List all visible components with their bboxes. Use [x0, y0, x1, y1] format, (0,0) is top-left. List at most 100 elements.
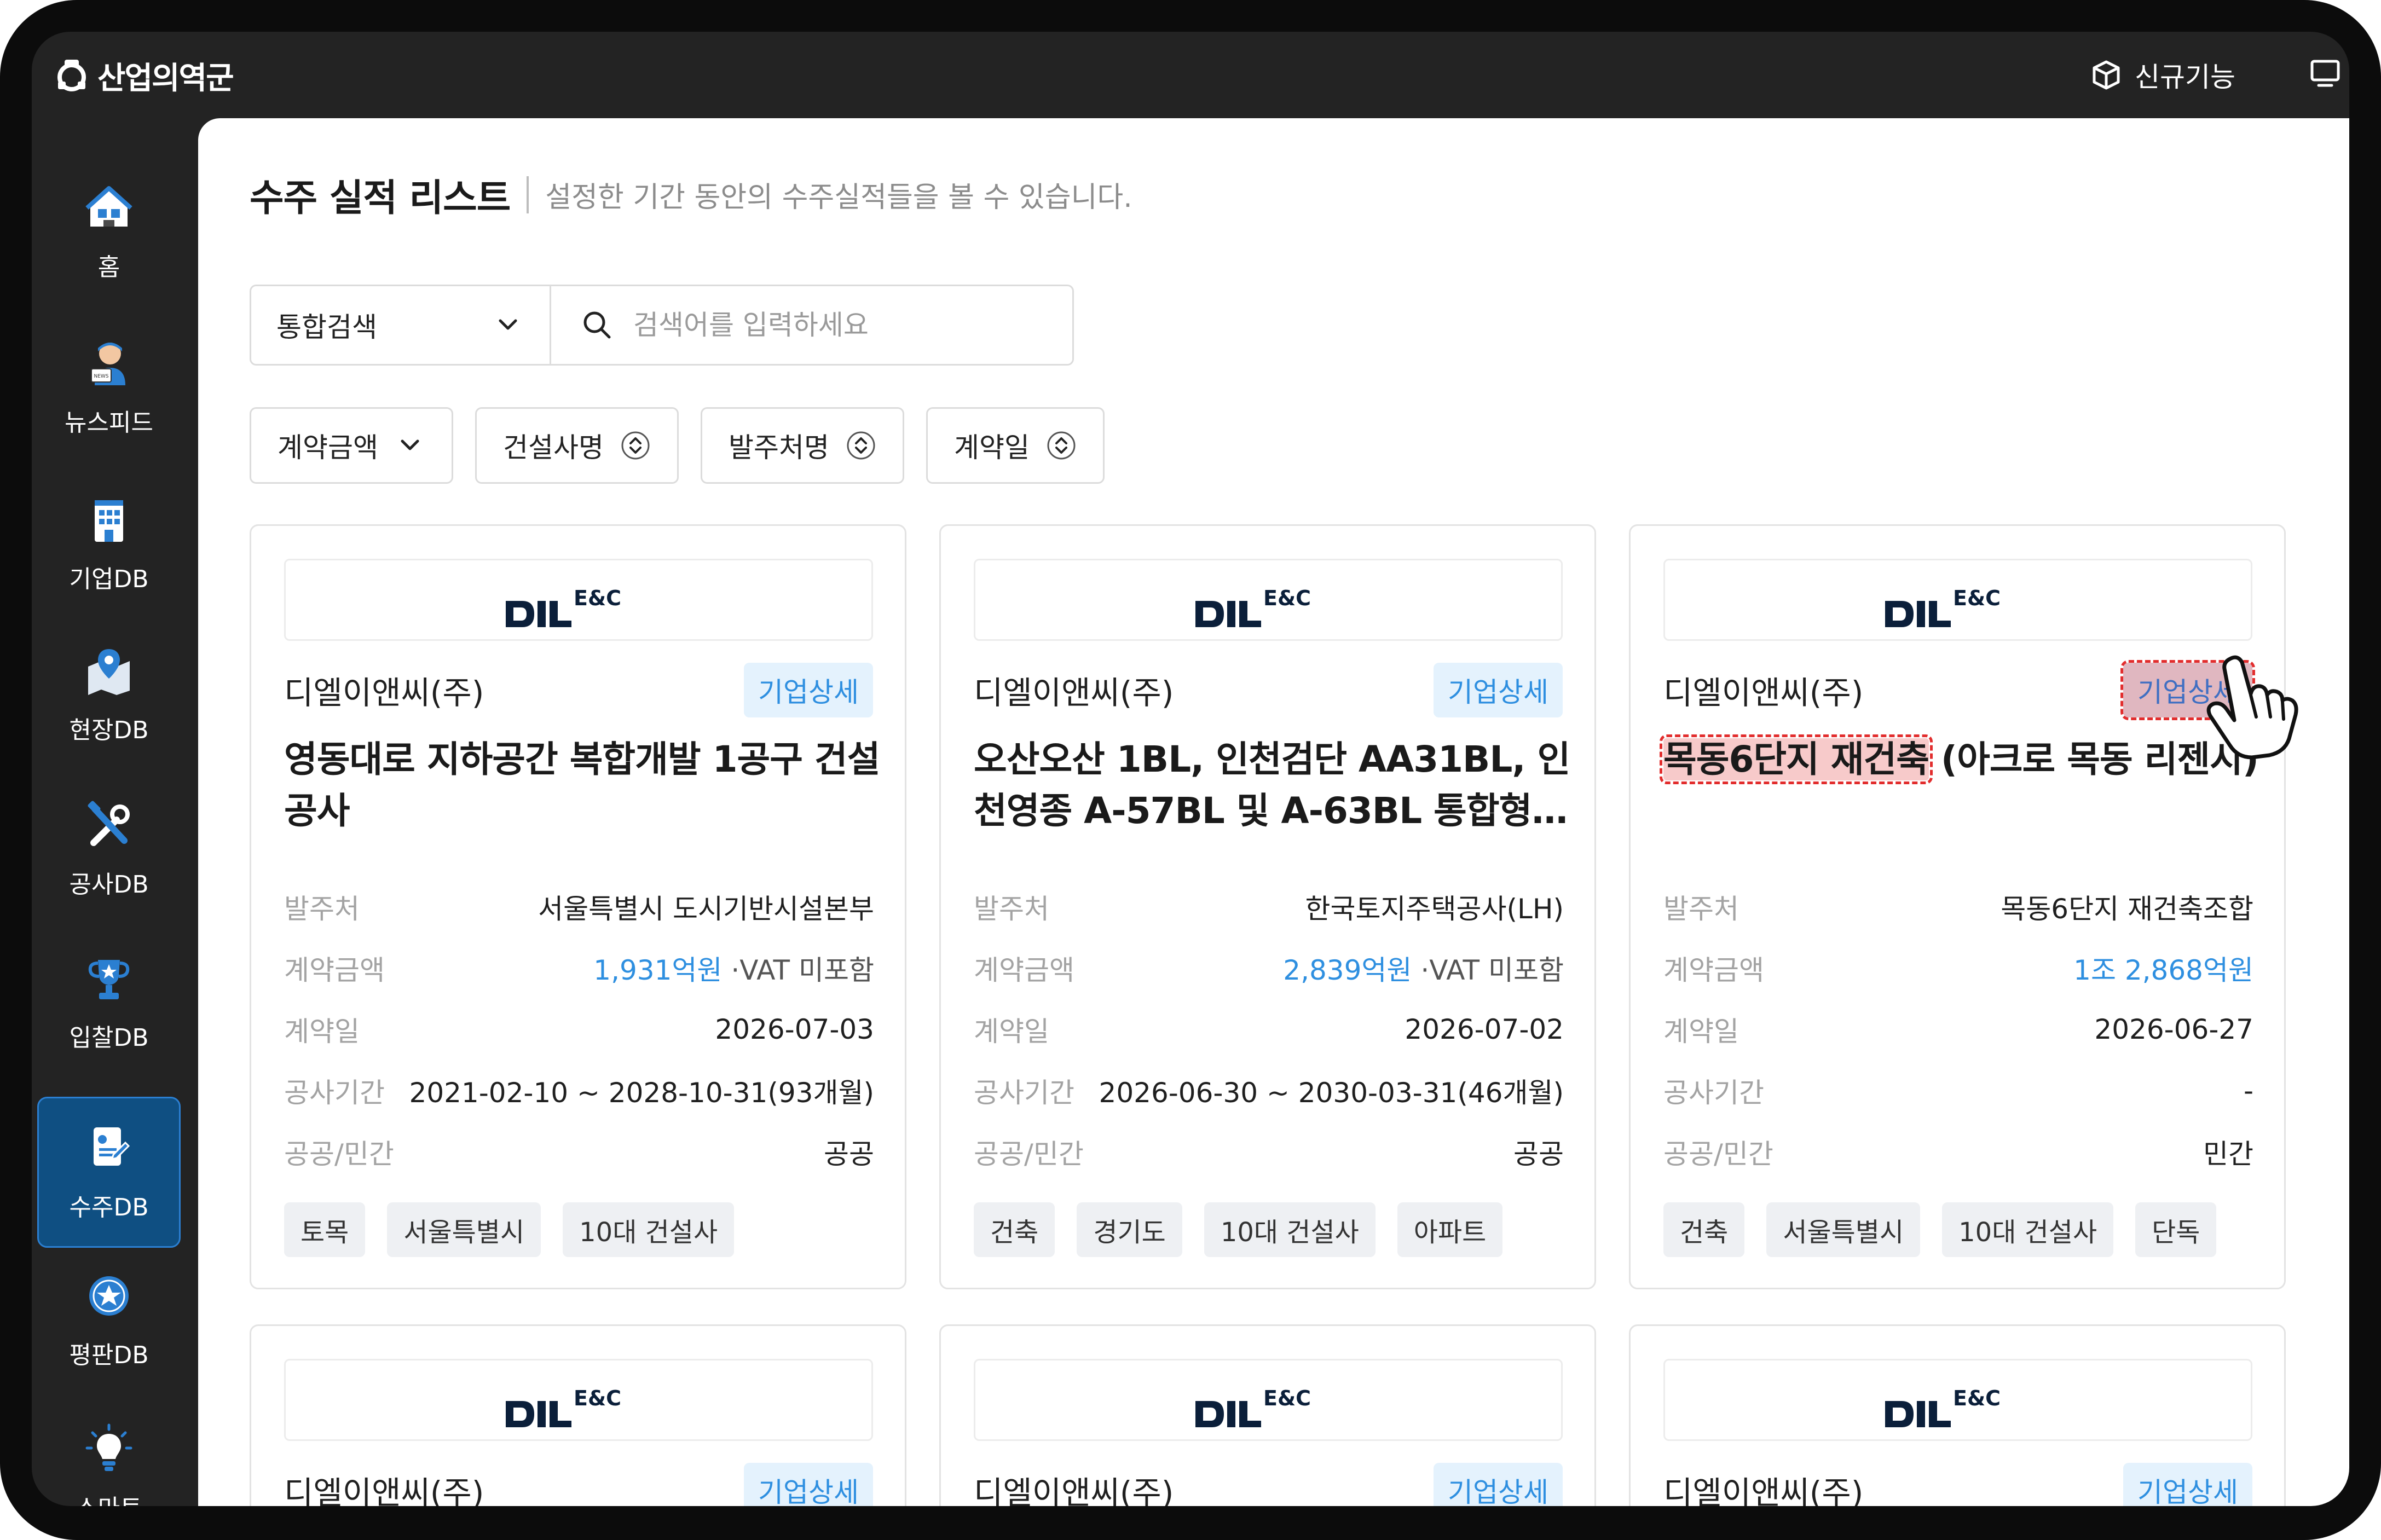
chevron-down-icon [401, 439, 419, 450]
top-bar: 산업의역군 신규기능 [32, 32, 2349, 118]
client-value: 목동6단지 재건축조합 [2001, 893, 2253, 925]
filter-contract-amount[interactable]: 계약금액 [250, 407, 453, 484]
sidebar-item-label: 입찰DB [69, 1024, 149, 1052]
search-scope-select[interactable]: 통합검색 [251, 286, 551, 364]
dl-enc-logo: E&C [1195, 586, 1311, 627]
filter-contract-date[interactable]: 계약일 [926, 407, 1105, 484]
sidebar-item-site-db[interactable]: 현장DB [37, 620, 181, 771]
company-detail-button[interactable]: 기업상세 [1434, 1463, 1563, 1506]
company-detail-button[interactable]: 기업상세 [744, 1463, 873, 1506]
amount-number: 1조 2,868억원 [2073, 954, 2253, 986]
row-label: 공공/민간 [1663, 1138, 1773, 1170]
tag: 경기도 [1077, 1202, 1182, 1257]
order-card[interactable]: E&C 디엘이앤씨(주) 기업상세 [939, 1324, 1596, 1506]
company-name: 디엘이앤씨(주) [1663, 674, 1864, 711]
sidebar-item-label: 현장DB [69, 716, 149, 744]
company-detail-button[interactable]: 기업상세 [1434, 663, 1563, 717]
project-title: 오산오산 1BL, 인천검단 AA31BL, 인천영종 A-57BL 및 A-6… [974, 734, 1576, 837]
row-label: 계약금액 [974, 954, 1074, 986]
svg-text:E&C: E&C [1953, 586, 2001, 610]
sector-row: 공공/민간 공공 [284, 1121, 874, 1183]
row-label: 발주처 [974, 893, 1049, 925]
sector-row: 공공/민간 공공 [974, 1121, 1564, 1183]
sidebar-item-company-db[interactable]: 기업DB [37, 468, 181, 620]
sidebar-item-bid-db[interactable]: 입찰DB [37, 927, 181, 1078]
sidebar-item-construction-db[interactable]: 공사DB [37, 774, 181, 925]
order-card[interactable]: E&C 디엘이앤씨(주) 기업상세 오산오산 1BL, 인천검단 AA31BL,… [939, 524, 1596, 1289]
sidebar-item-smart[interactable]: 스마트 [37, 1398, 181, 1506]
row-label: 계약금액 [284, 954, 385, 986]
company-detail-button[interactable]: 기업상세 [744, 663, 873, 717]
period-value: 2021-02-10 ~ 2028-10-31(93개월) [409, 1077, 874, 1109]
order-card[interactable]: E&C 디엘이앤씨(주) 기업상세 [250, 1324, 906, 1506]
order-card[interactable]: E&C 디엘이앤씨(주) 기업상세 [1629, 1324, 2286, 1506]
row-label: 계약일 [284, 1016, 360, 1047]
svg-text:E&C: E&C [1953, 1386, 2001, 1410]
monitor-icon[interactable] [2309, 57, 2342, 90]
row-label: 공공/민간 [284, 1138, 394, 1170]
company-detail-button[interactable]: 기업상세 [2123, 1463, 2252, 1506]
amount-value: 1,931억원 ·VAT 미포함 [593, 948, 874, 988]
sidebar-item-label: 뉴스피드 [65, 409, 153, 437]
period-value: 2026-06-30 ~ 2030-03-31(46개월) [1099, 1077, 1564, 1109]
search-scope-value: 통합검색 [276, 311, 377, 343]
page-description: 설정한 기간 동안의 수주실적들을 볼 수 있습니다. [545, 181, 1132, 214]
search-input[interactable] [633, 309, 1049, 341]
logo-icon [57, 60, 86, 91]
filter-label: 발주처명 [729, 432, 829, 464]
tag-list: 건축 서울특별시 10대 건설사 단독 [1663, 1202, 2217, 1257]
order-card[interactable]: E&C 디엘이앤씨(주) 기업상세 목동6단지 재건축 (아크로 목동 리젠시)… [1629, 524, 2286, 1289]
search-field [551, 286, 1072, 364]
filter-label: 계약일 [954, 432, 1030, 464]
row-label: 공공/민간 [974, 1138, 1084, 1170]
sidebar-item-order-db[interactable]: 수주DB [37, 1097, 181, 1248]
app-logo[interactable]: 산업의역군 [54, 48, 234, 103]
sidebar-item-label: 스마트 [76, 1489, 142, 1506]
period-row: 공사기간 2021-02-10 ~ 2028-10-31(93개월) [284, 1060, 874, 1121]
company-logo-box: E&C [1663, 1359, 2252, 1441]
card-details: 발주처 한국토지주택공사(LH) 계약금액 2,839억원 ·VAT 미포함 계약일… [974, 876, 1564, 1183]
date-row: 계약일 2026-07-02 [974, 999, 1564, 1060]
new-features-button[interactable]: 신규기능 [2090, 50, 2235, 100]
filter-client-name[interactable]: 발주처명 [701, 407, 904, 484]
sidebar: 홈 NEWS 뉴스피드 기업DB 현장DB 공사DB 입찰DB 수주DB 평판D… [32, 118, 196, 1506]
sidebar-item-reputation-db[interactable]: 평판DB [37, 1244, 181, 1396]
company-name: 디엘이앤씨(주) [974, 674, 1174, 711]
svg-text:NEWS: NEWS [94, 374, 108, 379]
sidebar-item-label: 홈 [97, 253, 120, 281]
tag: 서울특별시 [387, 1202, 541, 1257]
sidebar-item-home[interactable]: 홈 [37, 157, 181, 308]
row-label: 발주처 [284, 893, 360, 925]
company-name: 디엘이앤씨(주) [284, 1474, 484, 1506]
highlighted-title-text: 목동6단지 재건축 [1660, 734, 1933, 784]
star-badge-icon [89, 1276, 129, 1316]
sector-value: 민간 [2203, 1138, 2253, 1170]
sidebar-item-newsfeed[interactable]: NEWS 뉴스피드 [37, 312, 181, 463]
company-name: 디엘이앤씨(주) [284, 674, 484, 711]
tag: 단독 [2135, 1202, 2217, 1257]
period-value: - [2243, 1075, 2253, 1107]
order-card[interactable]: E&C 디엘이앤씨(주) 기업상세 영동대로 지하공간 복합개발 1공구 건설공… [250, 524, 906, 1289]
company-logo-box: E&C [974, 1359, 1563, 1441]
sort-icon [847, 431, 875, 460]
tag: 10대 건설사 [563, 1202, 735, 1257]
sidebar-item-label: 공사DB [69, 871, 149, 899]
tag-list: 건축 경기도 10대 건설사 아파트 [974, 1202, 1503, 1257]
tag: 10대 건설사 [1942, 1202, 2114, 1257]
filter-builder-name[interactable]: 건설사명 [475, 407, 679, 484]
map-pin-icon [88, 649, 130, 695]
sort-icon [621, 431, 650, 460]
sector-row: 공공/민간 민간 [1663, 1121, 2253, 1183]
amount-row: 계약금액 2,839억원 ·VAT 미포함 [974, 937, 1564, 999]
contract-icon [94, 1127, 130, 1166]
box-icon [2093, 60, 2120, 90]
main-content: 수주 실적 리스트 설정한 기간 동안의 수주실적들을 볼 수 있습니다. 통합… [198, 118, 2349, 1506]
dl-enc-logo: E&C [1885, 586, 2001, 627]
logo-text: 산업의역군 [97, 60, 234, 96]
search-bar: 통합검색 [250, 285, 1074, 366]
device-frame: 산업의역군 신규기능 홈 NEWS 뉴스피드 기업DB 현장DB 공사DB 입찰… [0, 0, 2381, 1540]
page-header: 수주 실적 리스트 설정한 기간 동안의 수주실적들을 볼 수 있습니다. [250, 167, 1132, 222]
card-details: 발주처 서울특별시 도시기반시설본부 계약금액 1,931억원 ·VAT 미포함 계… [284, 876, 874, 1183]
client-value: 서울특별시 도시기반시설본부 [538, 893, 874, 925]
date-row: 계약일 2026-06-27 [1663, 999, 2253, 1060]
